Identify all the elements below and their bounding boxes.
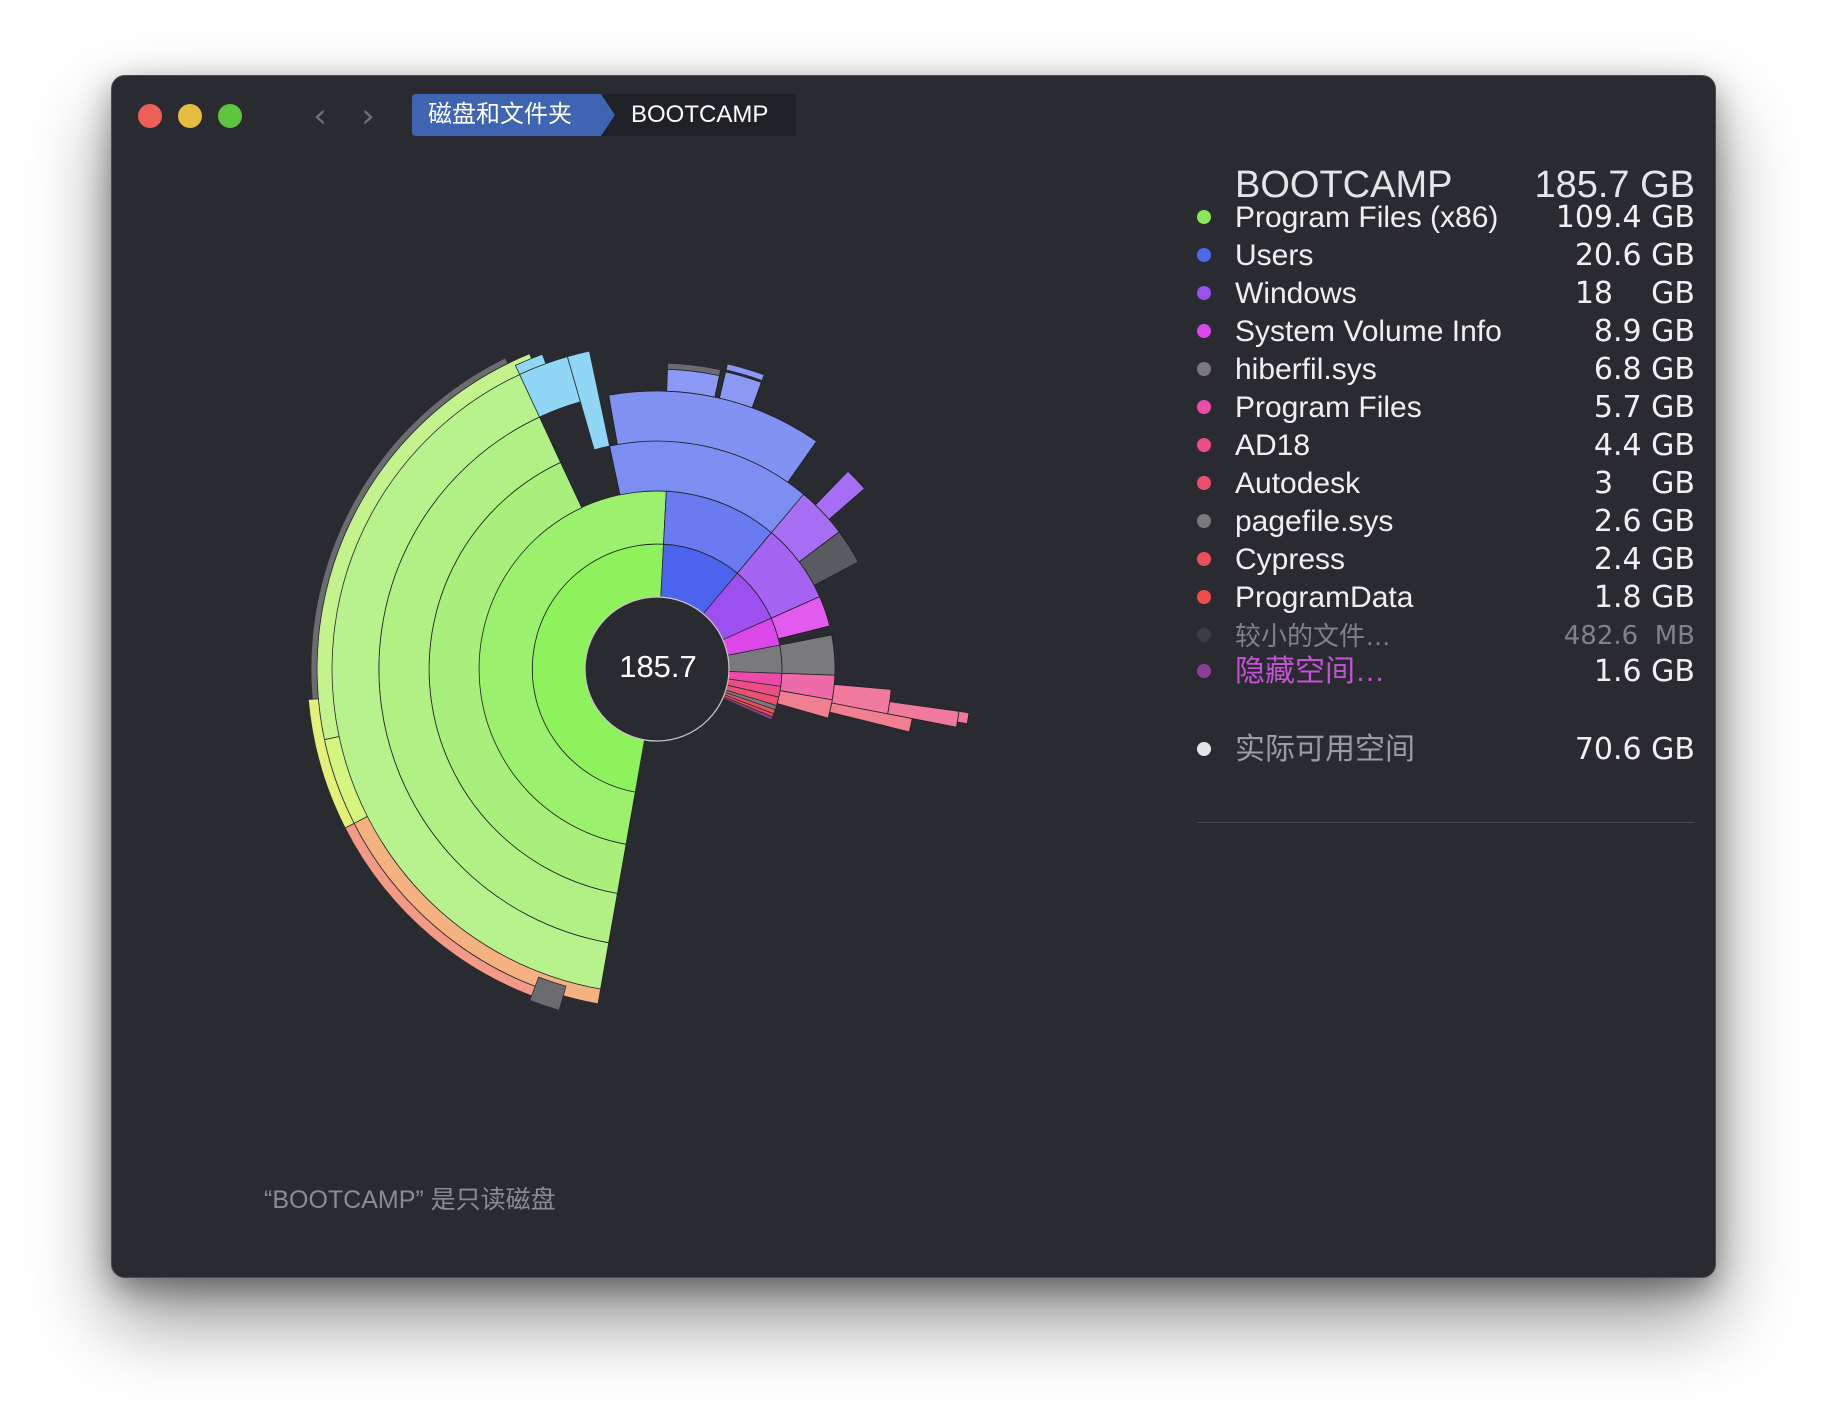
sunburst-chart[interactable] (112, 76, 1192, 1176)
color-dot-icon (1197, 286, 1211, 300)
color-dot-icon (1197, 590, 1211, 604)
folder-row-program-files-x86[interactable]: Program Files (x86) 109.4 GB (1197, 198, 1695, 238)
color-dot-icon (1197, 552, 1211, 566)
item-name: Cypress (1235, 543, 1346, 576)
item-size: 6.8 GB (1593, 352, 1695, 387)
color-dot-icon (1197, 514, 1211, 528)
item-name: AD18 (1235, 429, 1311, 462)
row-hidden-space[interactable]: 隐藏空间… 1.6 GB (1197, 652, 1695, 692)
item-size: 18 GB (1574, 276, 1695, 311)
folder-row-system-volume-info[interactable]: System Volume Info 8.9 GB (1197, 312, 1695, 352)
file-row-hiberfil[interactable]: hiberfil.sys 6.8 GB (1197, 350, 1695, 390)
item-size: 3 GB (1593, 466, 1695, 501)
color-dot-icon (1197, 664, 1211, 678)
color-dot-icon (1197, 628, 1211, 642)
item-name: Program Files (x86) (1235, 201, 1499, 234)
color-dot-icon (1197, 210, 1211, 224)
item-name: Autodesk (1235, 467, 1361, 500)
item-name: 较小的文件… (1235, 621, 1392, 651)
item-name: Program Files (1235, 391, 1422, 424)
item-size: 70.6 GB (1574, 732, 1695, 767)
folder-row-program-files[interactable]: Program Files 5.7 GB (1197, 388, 1695, 428)
item-name: 实际可用空间 (1235, 733, 1415, 766)
item-size: 8.9 GB (1593, 314, 1695, 349)
color-dot-icon (1197, 438, 1211, 452)
item-size: 2.6 GB (1593, 504, 1695, 539)
segment-hiberfil-l2[interactable] (779, 634, 836, 676)
segment-windows-l4[interactable] (814, 470, 866, 520)
color-dot-icon (1197, 400, 1211, 414)
item-size: 109.4 GB (1555, 200, 1695, 235)
color-dot-icon (1197, 248, 1211, 262)
center-total-label: 185.7 (619, 649, 697, 684)
color-dot-icon (1197, 742, 1211, 756)
item-size: 1.6 GB (1593, 654, 1695, 689)
item-size: 2.4 GB (1593, 542, 1695, 577)
color-dot-icon (1197, 476, 1211, 490)
legend-divider (1197, 822, 1695, 823)
item-name: ProgramData (1235, 581, 1414, 614)
file-row-pagefile[interactable]: pagefile.sys 2.6 GB (1197, 502, 1695, 542)
folder-row-autodesk[interactable]: Autodesk 3 GB (1197, 464, 1695, 504)
disk-usage-window: ‹ › 磁盘和文件夹 BOOTCAMP 185.7 “BOOTCAMP” 是只读… (111, 75, 1716, 1278)
item-name: System Volume Info (1235, 315, 1502, 348)
row-free-space[interactable]: 实际可用空间 70.6 GB (1197, 730, 1695, 770)
item-size: 5.7 GB (1593, 390, 1695, 425)
color-dot-icon (1197, 362, 1211, 376)
folder-row-programdata[interactable]: ProgramData 1.8 GB (1197, 578, 1695, 618)
item-size: 482.6 MB (1563, 621, 1695, 651)
folder-row-cypress[interactable]: Cypress 2.4 GB (1197, 540, 1695, 580)
item-size: 4.4 GB (1593, 428, 1695, 463)
segment-pf-l5[interactable] (956, 710, 970, 725)
color-dot-icon (1197, 324, 1211, 338)
item-name: pagefile.sys (1235, 505, 1394, 538)
item-name: 隐藏空间… (1235, 655, 1385, 688)
folder-row-users[interactable]: Users 20.6 GB (1197, 236, 1695, 276)
item-name: hiberfil.sys (1235, 353, 1377, 386)
folder-row-windows[interactable]: Windows 18 GB (1197, 274, 1695, 314)
folder-row-ad18[interactable]: AD18 4.4 GB (1197, 426, 1695, 466)
item-size: 20.6 GB (1574, 238, 1695, 273)
item-size: 1.8 GB (1593, 580, 1695, 615)
row-smaller-files[interactable]: 较小的文件… 482.6 MB (1197, 616, 1695, 656)
item-name: Windows (1235, 277, 1357, 310)
item-name: Users (1235, 239, 1314, 272)
readonly-notice: “BOOTCAMP” 是只读磁盘 (264, 1186, 556, 1214)
